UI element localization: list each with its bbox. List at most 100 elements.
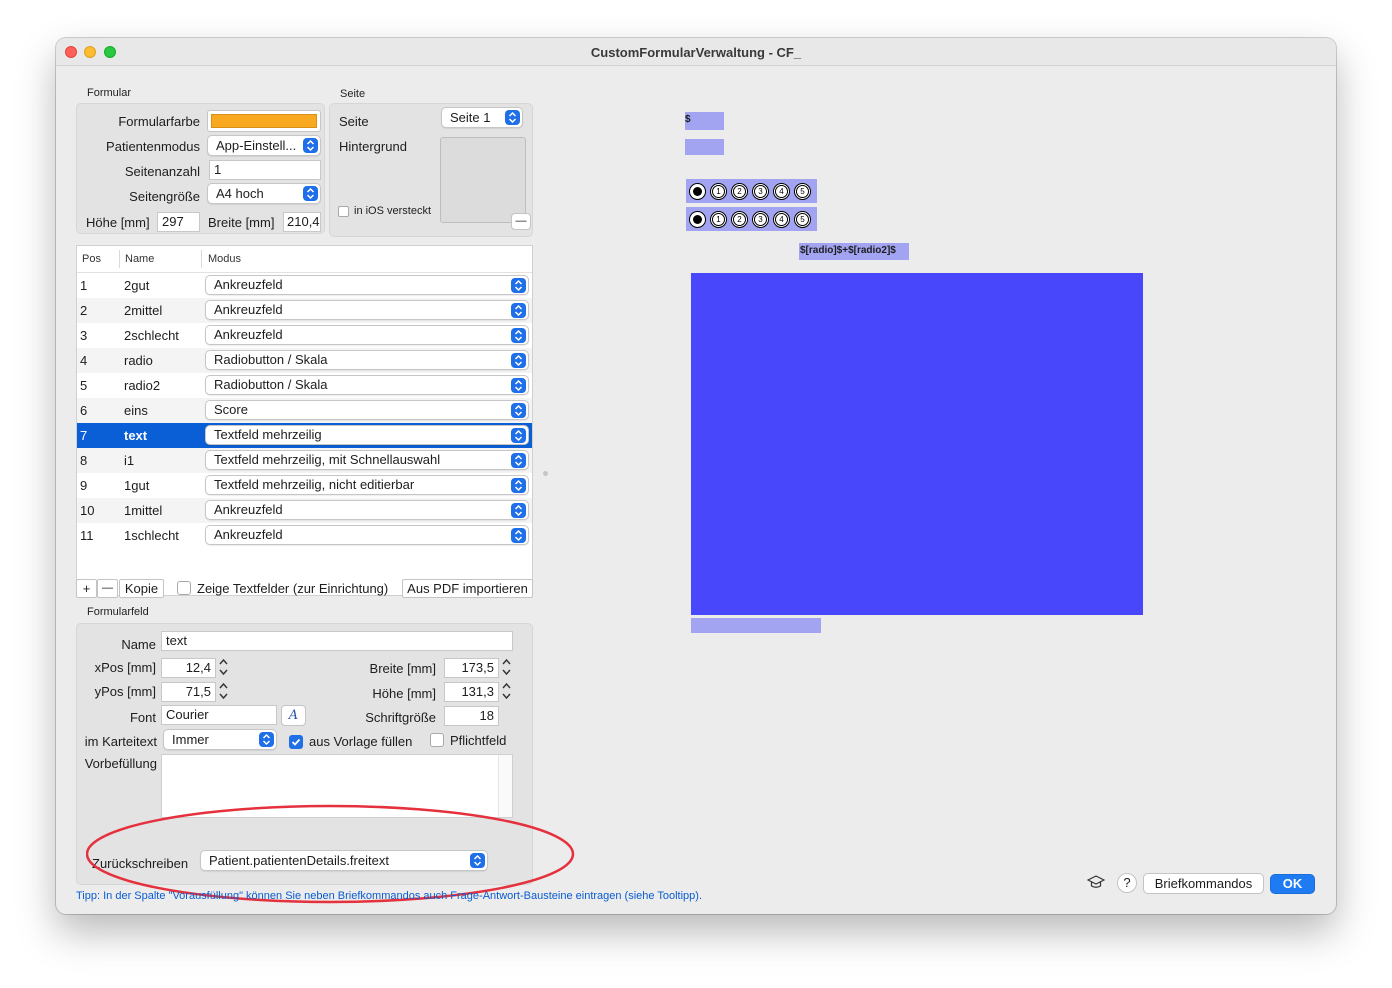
row-modus-value: Textfeld mehrzeilig bbox=[214, 427, 322, 442]
name-field[interactable]: text bbox=[161, 631, 513, 651]
row-modus-value: Textfeld mehrzeilig, nicht editierbar bbox=[214, 477, 415, 492]
preview-radio-4[interactable]: 4 bbox=[773, 182, 790, 200]
table-row[interactable]: 6 eins Score bbox=[77, 398, 532, 423]
row-modus-select[interactable]: Score bbox=[205, 400, 529, 420]
briefkommandos-button[interactable]: Briefkommandos bbox=[1143, 873, 1264, 894]
ypos-field[interactable]: 71,5 bbox=[161, 682, 216, 702]
table-row[interactable]: 11 1schlecht Ankreuzfeld bbox=[77, 523, 532, 548]
preview-radio-1[interactable]: 1 bbox=[710, 182, 727, 200]
seitengroesse-label: Seitengröße bbox=[129, 189, 200, 204]
hoehe-field[interactable]: 297 bbox=[157, 212, 200, 232]
preview-radio-5[interactable]: 5 bbox=[794, 210, 811, 228]
preview-radio-empty-selected[interactable] bbox=[689, 182, 706, 200]
breite-mm-field[interactable]: 173,5 bbox=[444, 658, 499, 678]
row-modus-select[interactable]: Ankreuzfeld bbox=[205, 500, 529, 520]
xpos-stepper[interactable] bbox=[218, 657, 229, 677]
hoehe-stepper[interactable] bbox=[501, 681, 512, 701]
add-field-button[interactable]: + bbox=[76, 579, 97, 598]
preview-radio-1[interactable]: 1 bbox=[710, 210, 727, 228]
tip-text: Tipp: In der Spalte "Vorausfüllung" könn… bbox=[76, 890, 703, 902]
import-pdf-button[interactable]: Aus PDF importieren bbox=[402, 579, 533, 598]
remove-field-button[interactable]: — bbox=[97, 579, 118, 598]
column-header-name[interactable]: Name bbox=[125, 246, 154, 272]
preview-radio-2[interactable]: 2 bbox=[731, 182, 748, 200]
preview-radio-4[interactable]: 4 bbox=[773, 210, 790, 228]
table-row[interactable]: 2 2mittel Ankreuzfeld bbox=[77, 298, 532, 323]
table-row[interactable]: 4 radio Radiobutton / Skala bbox=[77, 348, 532, 373]
row-modus-select[interactable]: Ankreuzfeld bbox=[205, 525, 529, 545]
hoehe-mm-field[interactable]: 131,3 bbox=[444, 682, 499, 702]
row-modus-select[interactable]: Ankreuzfeld bbox=[205, 325, 529, 345]
copy-field-button[interactable]: Kopie bbox=[119, 579, 164, 598]
seite-value: Seite 1 bbox=[450, 110, 491, 125]
preview-i1-field[interactable] bbox=[691, 618, 821, 633]
font-field[interactable]: Courier bbox=[161, 705, 277, 725]
pflichtfeld-checkbox[interactable] bbox=[430, 733, 444, 747]
table-row[interactable]: 8 i1 Textfeld mehrzeilig, mit Schnellauswa… bbox=[77, 448, 532, 473]
row-modus-select[interactable]: Ankreuzfeld bbox=[205, 300, 529, 320]
chevron-updown-icon bbox=[511, 278, 526, 293]
preview-radio-group-2[interactable]: 1 2 3 4 5 bbox=[686, 207, 817, 231]
patientenmodus-label: Patientenmodus bbox=[106, 139, 200, 154]
table-row[interactable]: 9 1gut Textfeld mehrzeilig, nicht editierb… bbox=[77, 473, 532, 498]
xpos-field[interactable]: 12,4 bbox=[161, 658, 216, 678]
breite-stepper[interactable] bbox=[501, 657, 512, 677]
hintergrund-image-well[interactable] bbox=[440, 137, 526, 223]
formularfarbe-color-well[interactable] bbox=[207, 110, 321, 132]
row-name: i1 bbox=[124, 453, 135, 468]
chevron-updown-icon bbox=[511, 378, 526, 393]
preview-dollar-field[interactable]: $ bbox=[685, 112, 724, 130]
show-textfields-checkbox[interactable] bbox=[177, 581, 191, 595]
preview-score-field[interactable]: $[radio]$+$[radio2]$ bbox=[799, 243, 909, 260]
preview-text-field-selected[interactable] bbox=[691, 273, 1143, 615]
preview-checkbox-field[interactable] bbox=[685, 139, 724, 155]
table-row[interactable]: 5 radio2 Radiobutton / Skala bbox=[77, 373, 532, 398]
row-pos: 9 bbox=[80, 478, 88, 493]
column-header-modus[interactable]: Modus bbox=[208, 246, 241, 272]
preview-radio-3[interactable]: 3 bbox=[752, 182, 769, 200]
karteitext-select[interactable]: Immer bbox=[163, 729, 277, 750]
row-pos: 6 bbox=[80, 403, 88, 418]
row-name: 2schlecht bbox=[124, 328, 179, 343]
seitengroesse-select[interactable]: A4 hoch bbox=[207, 183, 321, 204]
preview-radio-5[interactable]: 5 bbox=[794, 182, 811, 200]
chevron-updown-icon bbox=[511, 478, 526, 493]
graduation-cap-icon[interactable] bbox=[1087, 874, 1105, 890]
row-modus-select[interactable]: Textfeld mehrzeilig, nicht editierbar bbox=[205, 475, 529, 495]
seitenanzahl-field[interactable]: 1 bbox=[209, 160, 321, 180]
chevron-updown-icon bbox=[511, 353, 526, 368]
table-row[interactable]: 1 2gut Ankreuzfeld bbox=[77, 273, 532, 298]
formular-section-label: Formular bbox=[87, 87, 132, 99]
row-modus-select[interactable]: Radiobutton / Skala bbox=[205, 375, 529, 395]
row-modus-select[interactable]: Radiobutton / Skala bbox=[205, 350, 529, 370]
help-button[interactable]: ? bbox=[1117, 873, 1137, 893]
ios-hidden-checkbox[interactable] bbox=[338, 206, 349, 217]
table-row[interactable]: 10 1mittel Ankreuzfeld bbox=[77, 498, 532, 523]
vorlage-checkbox[interactable] bbox=[289, 735, 303, 749]
split-view-handle[interactable] bbox=[543, 471, 548, 476]
patientenmodus-select[interactable]: App-Einstell... bbox=[207, 135, 321, 156]
preview-score-formula: $[radio]$+$[radio2]$ bbox=[800, 245, 896, 256]
row-modus-select[interactable]: Ankreuzfeld bbox=[205, 275, 529, 295]
row-modus-select[interactable]: Textfeld mehrzeilig, mit Schnellauswahl bbox=[205, 450, 529, 470]
preview-radio-empty-selected[interactable] bbox=[689, 210, 706, 228]
ok-button[interactable]: OK bbox=[1270, 874, 1315, 894]
remove-background-button[interactable]: — bbox=[511, 213, 531, 230]
table-row[interactable]: 3 2schlecht Ankreuzfeld bbox=[77, 323, 532, 348]
preview-radio-group-1[interactable]: 1 2 3 4 5 bbox=[686, 179, 817, 203]
row-name: radio bbox=[124, 353, 153, 368]
column-header-pos[interactable]: Pos bbox=[82, 246, 101, 272]
schriftgroesse-field[interactable]: 18 bbox=[444, 706, 499, 726]
ypos-stepper[interactable] bbox=[218, 681, 229, 701]
preview-radio-2[interactable]: 2 bbox=[731, 210, 748, 228]
row-modus-select[interactable]: Textfeld mehrzeilig bbox=[205, 425, 529, 445]
font-picker-button[interactable]: A bbox=[281, 705, 306, 726]
seite-select[interactable]: Seite 1 bbox=[441, 107, 523, 128]
table-row[interactable]: 7 text Textfeld mehrzeilig bbox=[77, 423, 532, 448]
fields-table: Pos Name Modus 1 2gut Ankreuzfeld 2 2mittel A… bbox=[76, 245, 533, 596]
schriftgroesse-label: Schriftgröße bbox=[365, 710, 436, 725]
preview-radio-3[interactable]: 3 bbox=[752, 210, 769, 228]
checkmark-icon bbox=[291, 738, 301, 746]
formularfarbe-label: Formularfarbe bbox=[118, 114, 200, 129]
breite-field[interactable]: 210,4 bbox=[283, 212, 321, 232]
